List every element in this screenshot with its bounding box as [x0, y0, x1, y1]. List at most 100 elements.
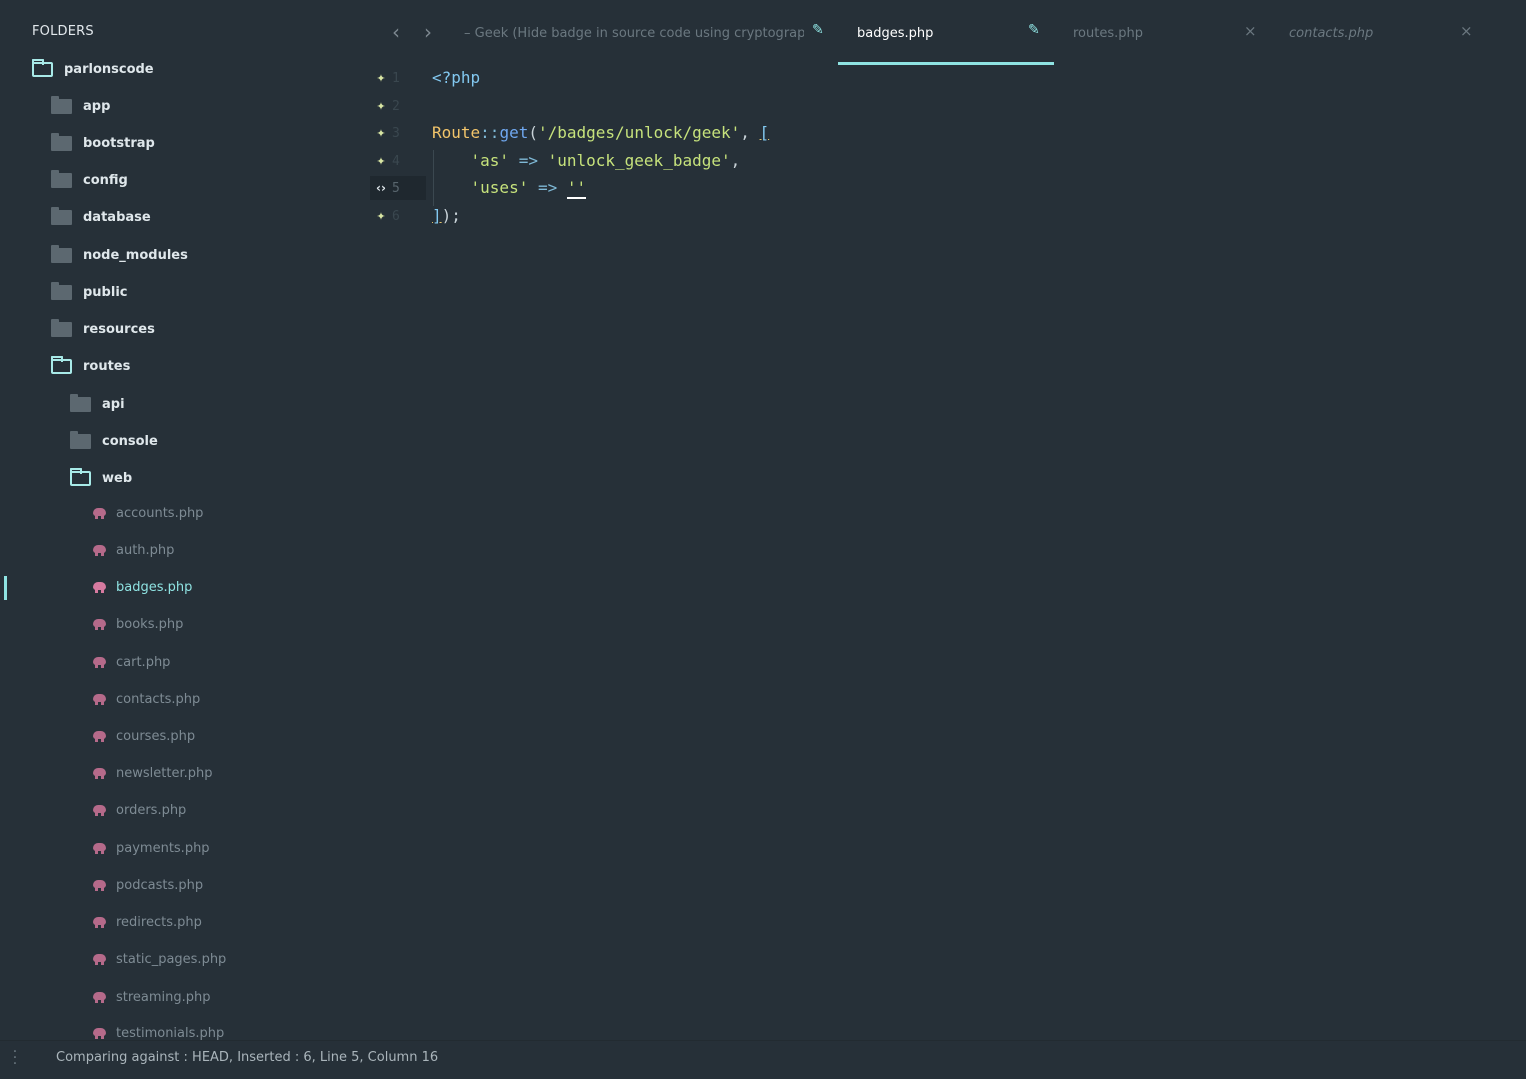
- tab-label: contacts.php: [1289, 25, 1374, 41]
- folder-icon: [51, 132, 72, 151]
- sidebar: FOLDERS parlonscode app bootstrap config…: [0, 0, 352, 1040]
- php-file-icon: [93, 842, 107, 854]
- tree-folder-node-modules[interactable]: node_modules: [51, 244, 188, 266]
- forward-arrow-icon[interactable]: ›: [418, 20, 438, 44]
- tree-folder-api[interactable]: api: [70, 393, 125, 415]
- git-added-icon: ✦: [376, 99, 386, 113]
- folder-label: node_modules: [83, 247, 188, 263]
- php-file-icon: [93, 581, 107, 593]
- code-line-3[interactable]: Route::get('/badges/unlock/geek', [: [432, 121, 769, 145]
- string-token: '/badges/unlock/geek': [537, 123, 741, 142]
- file-label: podcasts.php: [116, 877, 204, 893]
- file-payments[interactable]: payments.php: [93, 837, 210, 859]
- class-token: Route: [432, 123, 481, 142]
- comma-token: ,: [730, 151, 741, 170]
- gutter-line-1: ✦ 1: [370, 66, 426, 90]
- string-token: 'as': [470, 151, 510, 170]
- file-streaming[interactable]: streaming.php: [93, 986, 211, 1008]
- php-file-icon: [93, 618, 107, 630]
- arrow-operator: =>: [509, 151, 548, 170]
- file-label: badges.php: [116, 579, 193, 595]
- folder-label: console: [102, 433, 158, 449]
- active-tab-indicator: [838, 62, 1054, 65]
- tree-folder-database[interactable]: database: [51, 206, 151, 228]
- file-books[interactable]: books.php: [93, 613, 183, 635]
- tab-contacts-php[interactable]: contacts.php ×: [1289, 22, 1475, 44]
- tree-folder-resources[interactable]: resources: [51, 318, 155, 340]
- line-number: 4: [392, 153, 400, 169]
- gutter-line-2: ✦ 2: [370, 94, 426, 118]
- file-label: testimonials.php: [116, 1025, 225, 1041]
- folder-icon: [51, 95, 72, 114]
- file-label: static_pages.php: [116, 951, 227, 967]
- code-editor[interactable]: ✦ 1 ✦ 2 ✦ 3 ✦ 4 ‹› 5 ✦ 6 <?php Route::ge…: [352, 66, 1526, 1040]
- code-line-4[interactable]: 'as' => 'unlock_geek_badge',: [432, 149, 741, 173]
- file-cart[interactable]: cart.php: [93, 651, 170, 673]
- tree-folder-web[interactable]: web: [70, 467, 132, 489]
- status-text: Comparing against : HEAD, Inserted : 6, …: [56, 1050, 439, 1065]
- file-newsletter[interactable]: newsletter.php: [93, 762, 212, 784]
- tab-geek-note[interactable]: – Geek (Hide badge in source code using …: [464, 22, 826, 44]
- close-icon[interactable]: ×: [1244, 22, 1257, 40]
- scope-operator: ::: [480, 123, 500, 142]
- close-icon[interactable]: ×: [1460, 22, 1473, 40]
- php-file-icon: [93, 767, 107, 779]
- tree-folder-root[interactable]: parlonscode: [32, 58, 154, 80]
- php-file-icon: [93, 879, 107, 891]
- gutter-line-3: ✦ 3: [370, 121, 426, 145]
- folder-icon: [51, 281, 72, 300]
- file-podcasts[interactable]: podcasts.php: [93, 874, 203, 896]
- file-label: auth.php: [116, 542, 175, 558]
- file-courses[interactable]: courses.php: [93, 725, 195, 747]
- code-line-6[interactable]: ]);: [432, 204, 461, 228]
- git-added-icon: ✦: [376, 154, 386, 168]
- bracket-token: ]: [432, 206, 442, 225]
- folder-icon: [51, 169, 72, 188]
- bracket-match-icon: ‹›: [376, 181, 386, 195]
- folder-icon: [51, 318, 72, 337]
- folder-open-icon: [32, 58, 53, 77]
- pencil-icon[interactable]: ✎: [1028, 22, 1040, 38]
- folder-label: web: [102, 470, 133, 486]
- file-accounts[interactable]: accounts.php: [93, 502, 203, 524]
- tree-folder-routes[interactable]: routes: [51, 355, 130, 377]
- string-token: 'unlock_geek_badge': [547, 151, 731, 170]
- punct-token: );: [441, 206, 461, 225]
- file-label: streaming.php: [116, 989, 211, 1005]
- file-redirects[interactable]: redirects.php: [93, 911, 202, 933]
- tree-folder-config[interactable]: config: [51, 169, 128, 191]
- tab-label: badges.php: [857, 25, 934, 41]
- tab-badges-php[interactable]: badges.php ✎: [857, 22, 1043, 44]
- gutter-line-6: ✦ 6: [370, 204, 426, 228]
- file-testimonials[interactable]: testimonials.php: [93, 1022, 224, 1040]
- file-badges[interactable]: badges.php: [93, 576, 192, 598]
- folder-label: parlonscode: [64, 61, 154, 77]
- file-orders[interactable]: orders.php: [93, 799, 186, 821]
- folder-label: app: [83, 98, 111, 114]
- folders-header: FOLDERS: [32, 24, 94, 39]
- file-contacts[interactable]: contacts.php: [93, 688, 200, 710]
- bracket-token: [: [759, 123, 770, 142]
- pencil-icon[interactable]: ✎: [812, 22, 824, 38]
- menu-dots-icon[interactable]: · · ·: [10, 1045, 20, 1071]
- code-line-1[interactable]: <?php: [432, 66, 480, 90]
- tab-routes-php[interactable]: routes.php ×: [1073, 22, 1259, 44]
- folder-label: api: [102, 396, 125, 412]
- tree-folder-bootstrap[interactable]: bootstrap: [51, 132, 155, 154]
- file-auth[interactable]: auth.php: [93, 539, 174, 561]
- back-arrow-icon[interactable]: ‹: [386, 20, 406, 44]
- line-number: 1: [392, 70, 400, 86]
- file-static-pages[interactable]: static_pages.php: [93, 948, 226, 970]
- file-label: payments.php: [116, 840, 210, 856]
- file-label: orders.php: [116, 802, 187, 818]
- php-file-icon: [93, 544, 107, 556]
- folder-label: routes: [83, 358, 131, 374]
- folder-icon: [51, 206, 72, 225]
- folder-icon: [70, 393, 91, 412]
- php-file-icon: [93, 693, 107, 705]
- tree-folder-console[interactable]: console: [70, 430, 158, 452]
- php-open-tag: <?php: [432, 68, 481, 87]
- code-line-5[interactable]: 'uses' => '': [432, 176, 587, 200]
- tree-folder-public[interactable]: public: [51, 281, 127, 303]
- tree-folder-app[interactable]: app: [51, 95, 110, 117]
